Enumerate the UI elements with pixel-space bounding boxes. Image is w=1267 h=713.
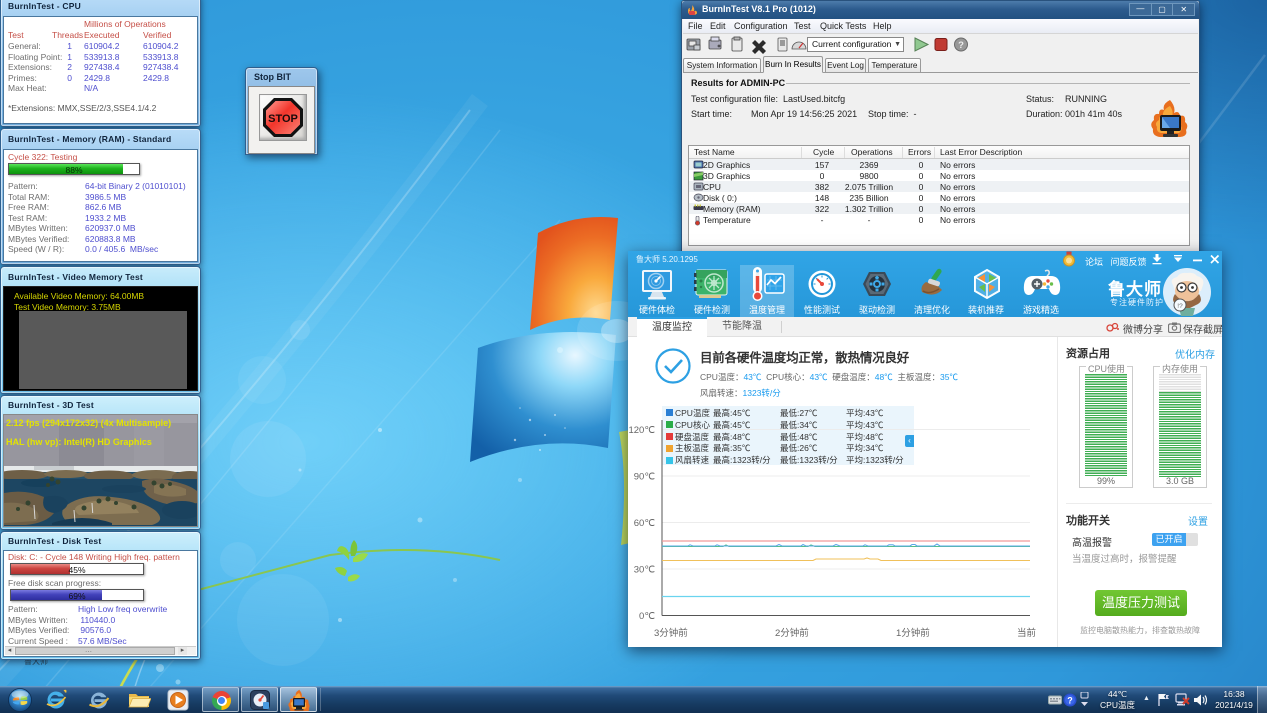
svg-text:STOP: STOP bbox=[268, 113, 298, 125]
svg-text:120℃: 120℃ bbox=[628, 425, 655, 436]
svg-text:60℃: 60℃ bbox=[634, 518, 656, 529]
svg-text:?: ? bbox=[1067, 696, 1073, 706]
svg-text:HAL (hw vp): Intel(R) HD Graph: HAL (hw vp): Intel(R) HD Graphics bbox=[6, 437, 152, 447]
svg-text:2.12 fps (294x172x32) (4x Mult: 2.12 fps (294x172x32) (4x Multisample) bbox=[6, 418, 171, 428]
svg-text:!?: !? bbox=[1177, 303, 1183, 310]
svg-text:30℃: 30℃ bbox=[634, 565, 656, 576]
svg-text:0℃: 0℃ bbox=[639, 611, 655, 622]
svg-text:90℃: 90℃ bbox=[634, 472, 656, 483]
svg-text:?: ? bbox=[958, 40, 964, 51]
